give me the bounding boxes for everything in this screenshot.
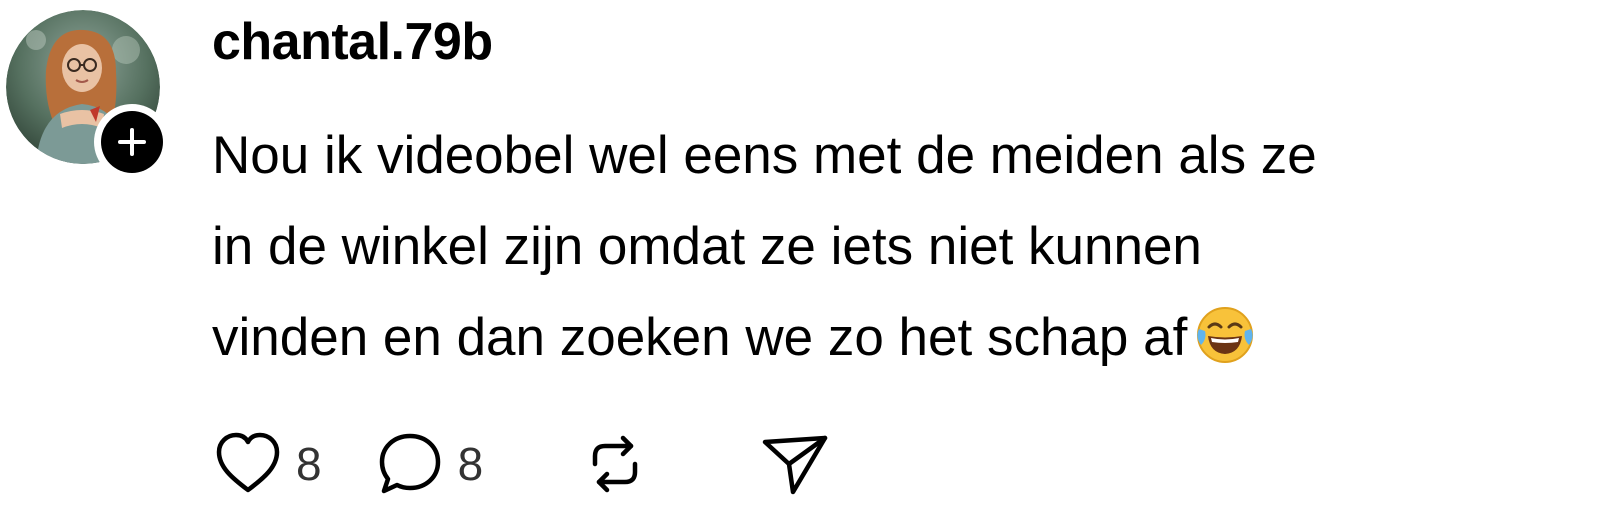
post-text: Nou ik videobel wel eens met de meiden a… [212, 110, 1592, 383]
avatar-container[interactable] [6, 10, 170, 180]
username[interactable]: chantal.79b [212, 10, 493, 74]
face-with-tears-of-joy-icon [1197, 307, 1254, 363]
reply-button[interactable]: 8 [374, 428, 484, 500]
like-count: 8 [296, 438, 322, 490]
follow-button[interactable] [94, 104, 170, 180]
thread-post: chantal.79b Nou ik videobel wel eens met… [0, 0, 1604, 522]
repost-icon [592, 435, 638, 493]
send-icon [762, 435, 828, 495]
plus-icon [118, 128, 146, 156]
comment-icon [379, 433, 440, 494]
post-text-line: in de winkel zijn omdat ze iets niet kun… [212, 217, 1202, 276]
share-button[interactable] [759, 428, 831, 500]
heart-icon [216, 432, 280, 493]
post-text-line-content: vinden en dan zoeken we zo het schap af [212, 308, 1188, 367]
like-button[interactable]: 8 [212, 428, 322, 500]
action-bar: 8 8 [212, 426, 883, 502]
follow-badge [101, 111, 163, 173]
post-text-line: Nou ik videobel wel eens met de meiden a… [212, 126, 1317, 185]
post-text-line: vinden en dan zoeken we zo het schap af [212, 292, 1592, 383]
repost-button[interactable] [579, 428, 651, 500]
reply-count: 8 [457, 438, 484, 490]
